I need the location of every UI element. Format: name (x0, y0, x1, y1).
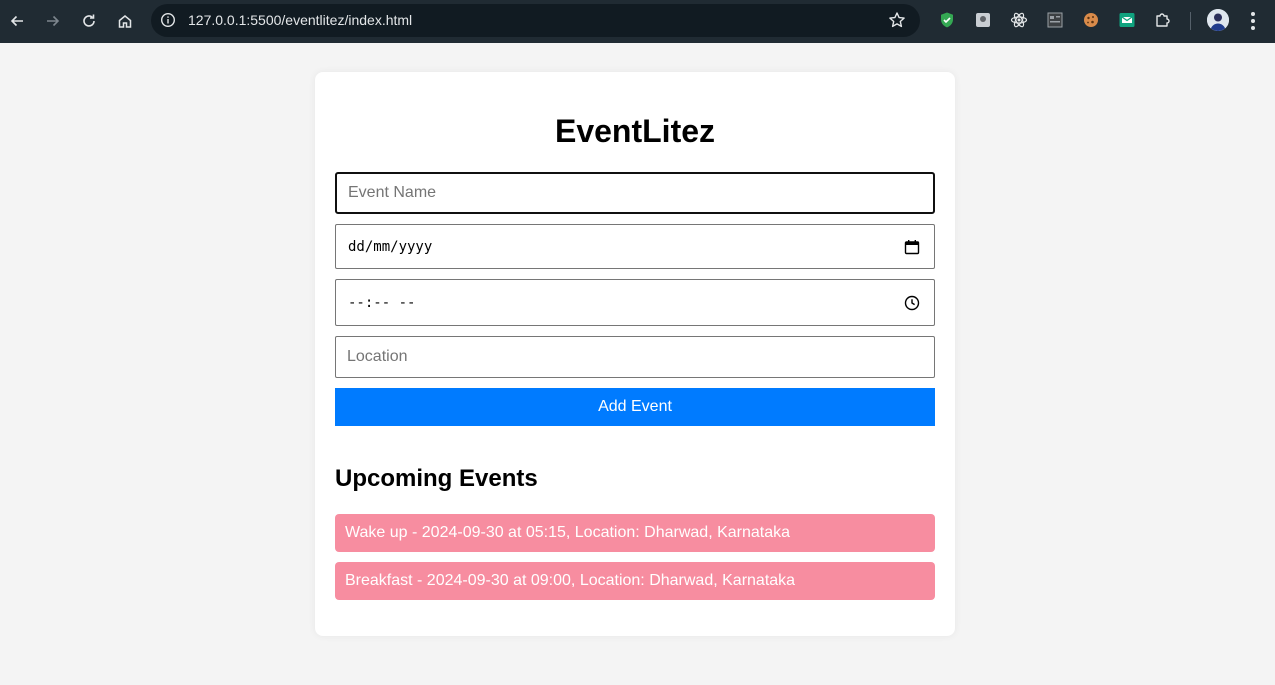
event-name-field[interactable] (335, 172, 935, 214)
time-placeholder: --:-- -- (348, 294, 416, 311)
address-url: 127.0.0.1:5500/eventlitez/index.html (188, 12, 413, 28)
image-extension-icon[interactable] (974, 11, 992, 29)
add-event-button[interactable]: Add Event (335, 388, 935, 426)
date-placeholder: dd/mm/yyyy (348, 238, 433, 255)
home-icon[interactable] (112, 8, 138, 34)
event-list-item: Breakfast - 2024-09-30 at 09:00, Locatio… (335, 562, 935, 600)
react-devtools-icon[interactable] (1010, 11, 1028, 29)
shield-extension-icon[interactable] (938, 11, 956, 29)
cookie-extension-icon[interactable] (1082, 11, 1100, 29)
event-name-input[interactable] (337, 174, 933, 212)
clock-icon[interactable] (904, 295, 920, 311)
event-list-item: Wake up - 2024-09-30 at 05:15, Location:… (335, 514, 935, 552)
forward-arrow-icon[interactable] (40, 8, 66, 34)
back-arrow-icon[interactable] (4, 8, 30, 34)
puzzle-icon[interactable] (1154, 11, 1172, 29)
mail-extension-icon[interactable] (1118, 11, 1136, 29)
site-info-icon[interactable] (160, 12, 176, 28)
location-field[interactable] (335, 336, 935, 378)
app-container: EventLitez dd/mm/yyyy --:-- -- Add Event… (315, 72, 955, 636)
toolbar-divider (1190, 12, 1191, 30)
event-date-field[interactable]: dd/mm/yyyy (335, 224, 935, 269)
browser-menu-icon[interactable] (1244, 10, 1262, 32)
upcoming-events-heading: Upcoming Events (335, 465, 538, 492)
address-bar[interactable]: 127.0.0.1:5500/eventlitez/index.html (151, 4, 920, 37)
event-time-field[interactable]: --:-- -- (335, 279, 935, 326)
calendar-icon[interactable] (904, 239, 920, 255)
bookmark-star-icon[interactable] (888, 11, 906, 29)
grid-extension-icon[interactable] (1046, 11, 1064, 29)
location-input[interactable] (336, 337, 934, 377)
reload-icon[interactable] (76, 8, 102, 34)
profile-avatar[interactable] (1207, 9, 1229, 31)
app-title: EventLitez (554, 113, 716, 149)
browser-toolbar: 127.0.0.1:5500/eventlitez/index.html (0, 0, 1275, 43)
